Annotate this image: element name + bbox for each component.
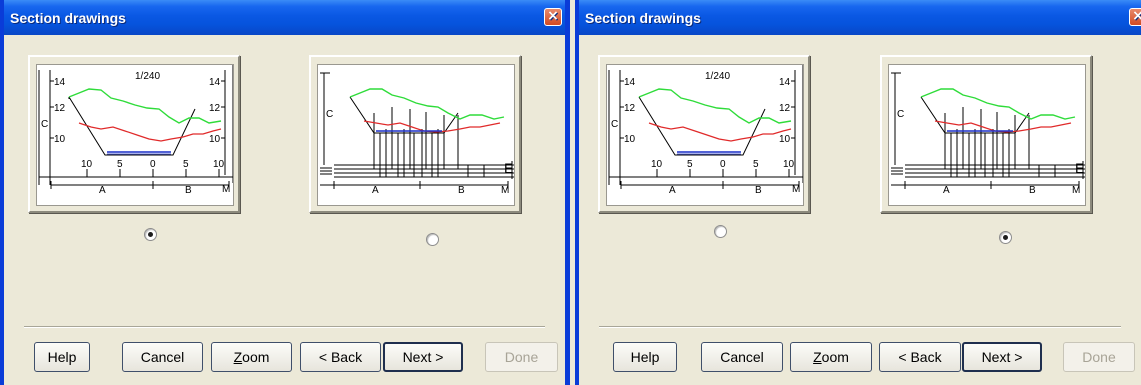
section-drawings-dialog: Section drawings ×	[0, 0, 570, 385]
section-option-1-preview[interactable]: 1/240 14 14 12 12 10 10 10 5 0 5 10 C A …	[598, 55, 810, 213]
section-option-2-radio[interactable]	[426, 233, 439, 246]
help-button[interactable]: Help	[613, 342, 677, 372]
back-button[interactable]: < Back	[879, 342, 961, 372]
section-option-1-preview[interactable]: 1/240 14 14 12 12 10 10 10 5 0 5 10 C A …	[28, 55, 240, 213]
section-option-1-radio[interactable]	[714, 225, 727, 238]
offset-label: 5	[687, 159, 693, 170]
dimension-label-e: E	[1075, 160, 1084, 176]
dimension-label-c: C	[897, 109, 904, 120]
dimension-label-e: E	[504, 160, 513, 176]
section-drawing-canvas: C A B E M	[888, 64, 1086, 206]
offset-label: 5	[183, 159, 189, 170]
dimension-label-a: A	[669, 185, 676, 196]
button-separator	[24, 326, 545, 328]
close-icon[interactable]: ×	[1129, 8, 1141, 26]
offset-label: 5	[753, 159, 759, 170]
tick-label: 12	[779, 103, 791, 114]
button-separator	[599, 326, 1121, 328]
tick-label: 12	[209, 103, 221, 114]
dimension-label-a: A	[943, 185, 950, 196]
offset-label: 10	[651, 159, 663, 170]
dimension-label-a: A	[99, 185, 106, 196]
zoom-button[interactable]: Zoom	[790, 342, 872, 372]
dimension-label-m: M	[1072, 185, 1080, 196]
dimension-label-b: B	[1029, 185, 1036, 196]
tick-label: 10	[54, 134, 66, 145]
section-drawing-style-2: C A B E M	[320, 72, 514, 196]
section-drawings-dialog: Section drawings ×	[575, 0, 1141, 385]
tick-label: 14	[624, 77, 636, 88]
zoom-button[interactable]: Zoom	[211, 342, 292, 372]
tick-label: 10	[779, 134, 791, 145]
tick-label: 14	[54, 77, 66, 88]
design-profile-line	[648, 122, 792, 142]
dialog-titlebar[interactable]: Section drawings ×	[4, 0, 565, 35]
cancel-button[interactable]: Cancel	[122, 342, 203, 372]
design-profile-line	[78, 122, 222, 142]
dimension-label-b: B	[755, 185, 762, 196]
next-button[interactable]: Next >	[962, 342, 1042, 372]
section-drawing-style-2: C A B E M	[891, 72, 1085, 196]
scale-label: 1/240	[135, 71, 160, 82]
dialog-titlebar[interactable]: Section drawings ×	[579, 0, 1141, 35]
dimension-label-a: A	[372, 185, 379, 196]
offset-label: 10	[783, 159, 795, 170]
tick-label: 14	[779, 77, 791, 88]
ground-profile-line	[638, 88, 792, 124]
done-button: Done	[485, 342, 558, 372]
offset-label: 10	[81, 159, 93, 170]
tick-label: 14	[209, 77, 221, 88]
section-drawing-style-1: 1/240 14 14 12 12 10 10 10 5 0 5 10 C A …	[608, 65, 803, 196]
section-drawing-canvas: 1/240 14 14 12 12 10 10 10 5 0 5 10 C A …	[36, 64, 234, 206]
ground-profile-line	[68, 88, 222, 124]
next-button[interactable]: Next >	[383, 342, 463, 372]
dimension-label-b: B	[458, 185, 465, 196]
dimension-label-m: M	[222, 184, 230, 195]
section-drawing-style-1: 1/240 14 14 12 12 10 10 10 5 0 5 10 C A …	[38, 65, 233, 196]
offset-label: 5	[117, 159, 123, 170]
cancel-button[interactable]: Cancel	[701, 342, 783, 372]
section-option-2-preview[interactable]: C A B E M	[309, 55, 521, 213]
ground-profile-line	[349, 88, 505, 120]
dialog-title: Section drawings	[10, 10, 126, 26]
section-option-1-radio[interactable]	[144, 228, 157, 241]
done-button: Done	[1063, 342, 1135, 372]
dimension-label-c: C	[611, 119, 618, 130]
offset-label: 0	[720, 159, 726, 170]
ground-profile-line	[920, 88, 1076, 120]
tick-label: 12	[624, 103, 636, 114]
dimension-label-c: C	[326, 109, 333, 120]
close-icon[interactable]: ×	[544, 8, 562, 26]
section-drawing-canvas: 1/240 14 14 12 12 10 10 10 5 0 5 10 C A …	[606, 64, 804, 206]
tick-label: 10	[209, 134, 221, 145]
tick-label: 10	[624, 134, 636, 145]
dimension-label-m: M	[792, 184, 800, 195]
dialog-title: Section drawings	[585, 10, 701, 26]
back-button[interactable]: < Back	[300, 342, 381, 372]
offset-label: 10	[213, 159, 225, 170]
offset-label: 0	[150, 159, 156, 170]
tick-label: 12	[54, 103, 66, 114]
section-option-2-preview[interactable]: C A B E M	[880, 55, 1092, 213]
help-button[interactable]: Help	[34, 342, 90, 372]
section-option-2-radio[interactable]	[999, 231, 1012, 244]
dimension-label-c: C	[41, 119, 48, 130]
section-drawing-canvas: C A B E M	[317, 64, 515, 206]
dimension-label-b: B	[185, 185, 192, 196]
scale-label: 1/240	[705, 71, 730, 82]
dimension-label-m: M	[501, 185, 509, 196]
